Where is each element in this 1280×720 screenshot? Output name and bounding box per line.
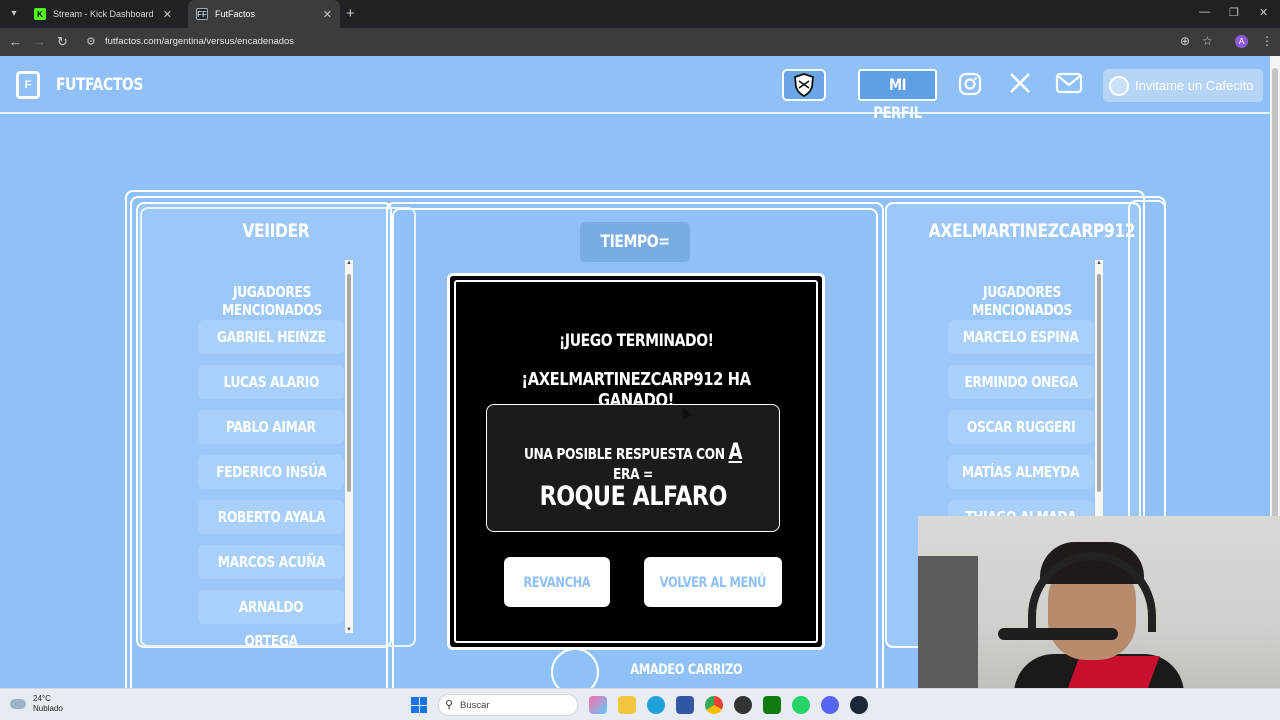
- coffee-icon: [1109, 75, 1129, 96]
- left-list-scrollbar[interactable]: ▲ ▼: [345, 260, 353, 633]
- minimize-icon[interactable]: —: [1199, 6, 1210, 18]
- search-placeholder: Buscar: [460, 700, 490, 711]
- search-icon: ⚲: [445, 699, 454, 711]
- list-item: PABLO AIMAR: [198, 410, 344, 444]
- zoom-icon[interactable]: ⊕: [1180, 34, 1190, 48]
- timer-display: TIEMPO= 0S: [580, 222, 690, 292]
- list-item: MATÍAS ALMEYDA: [948, 455, 1094, 489]
- app-icon[interactable]: [734, 696, 752, 714]
- weather-condition: Nublado: [33, 704, 63, 713]
- edge-icon[interactable]: [647, 696, 665, 714]
- scroll-up-icon[interactable]: ▲: [345, 260, 353, 266]
- buy-coffee-button[interactable]: Invitame un Cafecito: [1103, 69, 1263, 102]
- reload-icon[interactable]: ↻: [57, 34, 68, 50]
- answer-prefix: UNA POSIBLE RESPUESTA CON: [523, 445, 725, 463]
- microphone-icon: [998, 628, 1118, 640]
- bookmark-star-icon[interactable]: ☆: [1202, 34, 1213, 48]
- copilot-icon[interactable]: [589, 696, 607, 714]
- steam-icon[interactable]: [850, 696, 868, 714]
- restore-icon[interactable]: ❐: [1229, 6, 1239, 19]
- shield-icon: [794, 73, 814, 97]
- answer-player-name: ROQUE ALFARO: [539, 481, 727, 512]
- list-item: LUCAS ALARIO: [198, 365, 344, 399]
- site-info-icon[interactable]: ⚙: [86, 35, 96, 48]
- list-item: OSCAR RUGGERI: [948, 410, 1094, 444]
- store-icon[interactable]: [676, 696, 694, 714]
- game-over-title: ¡JUEGO TERMINADO!: [558, 331, 714, 351]
- tab-futfactos[interactable]: FF FutFactos ✕: [188, 0, 340, 28]
- list-item: MARCELO ESPINA: [948, 320, 1094, 354]
- futfactos-favicon-icon: FF: [196, 8, 208, 20]
- back-arrow-icon[interactable]: ←: [9, 34, 22, 49]
- rematch-button[interactable]: REVANCHA: [504, 557, 610, 607]
- forward-arrow-icon[interactable]: →: [33, 34, 46, 49]
- tab-title: FutFactos: [215, 9, 256, 19]
- site-header: F FUTFACTOS MI PERFIL Invitame un Cafeci…: [0, 56, 1270, 122]
- game-over-modal: ¡JUEGO TERMINADO! ¡AXELMARTINEZCARP912 H…: [447, 273, 825, 650]
- back-to-menu-button[interactable]: VOLVER AL MENÚ: [644, 557, 782, 607]
- futfactos-logo-icon[interactable]: F: [16, 71, 40, 99]
- list-item: ARNALDO ORTEGA: [198, 590, 344, 650]
- chrome-icon[interactable]: [705, 696, 723, 714]
- club-shield-button[interactable]: [782, 69, 826, 101]
- list-item: ERMINDO ONEGA: [948, 365, 1094, 399]
- my-profile-label: MI PERFIL: [873, 75, 922, 122]
- x-twitter-icon[interactable]: [1009, 72, 1031, 94]
- tab-list-chevron-icon[interactable]: ▾: [6, 6, 22, 22]
- taskbar-search[interactable]: ⚲ Buscar: [438, 694, 578, 716]
- scroll-up-icon[interactable]: ▲: [1095, 260, 1103, 266]
- temperature: 24°C: [33, 694, 51, 703]
- discord-icon[interactable]: [821, 696, 839, 714]
- tab-title: Stream - Kick Dashboard: [53, 9, 154, 19]
- next-player-name: AMADEO CARRIZO: [630, 662, 743, 678]
- answer-caption: UNA POSIBLE RESPUESTA CON A ERA =: [487, 440, 779, 483]
- list-item: FEDERICO INSÚA: [198, 455, 344, 489]
- kick-favicon-icon: K: [34, 8, 46, 20]
- list-item: ROBERTO AYALA: [198, 500, 344, 534]
- left-player-name: VEIIDER: [242, 220, 310, 242]
- tab-kick-dashboard[interactable]: K Stream - Kick Dashboard ✕: [26, 0, 180, 28]
- right-player-name: AXELMARTINEZCARP912: [928, 220, 1136, 242]
- close-window-icon[interactable]: ✕: [1259, 6, 1268, 19]
- address-bar[interactable]: futfactos.com/argentina/versus/encadenad…: [105, 36, 294, 47]
- xbox-icon[interactable]: [763, 696, 781, 714]
- profile-avatar[interactable]: A: [1235, 35, 1248, 48]
- weather-widget[interactable]: 24°C Nublado: [10, 694, 63, 714]
- close-tab-icon[interactable]: ✕: [323, 8, 332, 21]
- close-tab-icon[interactable]: ✕: [163, 8, 172, 21]
- instagram-icon[interactable]: [958, 72, 982, 96]
- answer-letter: A: [728, 440, 743, 465]
- brand-name[interactable]: FUTFACTOS: [56, 75, 143, 95]
- list-item: GABRIEL HEINZE: [198, 320, 344, 354]
- coffee-label: Invitame un Cafecito: [1135, 78, 1254, 93]
- menu-kebab-icon[interactable]: ⋮: [1261, 34, 1273, 48]
- browser-tab-bar: ▾ K Stream - Kick Dashboard ✕ FF FutFact…: [0, 0, 1280, 28]
- windows-taskbar: 24°C Nublado ⚲ Buscar: [0, 688, 1280, 720]
- my-profile-button[interactable]: MI PERFIL: [858, 69, 937, 122]
- browser-toolbar: ← → ↻ ⚙ futfactos.com/argentina/versus/e…: [0, 28, 1280, 56]
- mail-icon[interactable]: [1055, 72, 1083, 94]
- possible-answer-box: UNA POSIBLE RESPUESTA CON A ERA = ROQUE …: [486, 404, 780, 532]
- new-tab-icon[interactable]: +: [346, 5, 355, 22]
- cloud-icon: [10, 699, 26, 709]
- windows-start-icon[interactable]: [411, 697, 427, 713]
- file-explorer-icon[interactable]: [618, 696, 636, 714]
- scroll-down-icon[interactable]: ▼: [345, 627, 353, 633]
- right-list-header: JUGADORES MENCIONADOS: [942, 283, 1102, 323]
- left-list-header: JUGADORES MENCIONADOS: [192, 283, 352, 323]
- whatsapp-icon[interactable]: [792, 696, 810, 714]
- list-item: MARCOS ACUÑA: [198, 545, 344, 579]
